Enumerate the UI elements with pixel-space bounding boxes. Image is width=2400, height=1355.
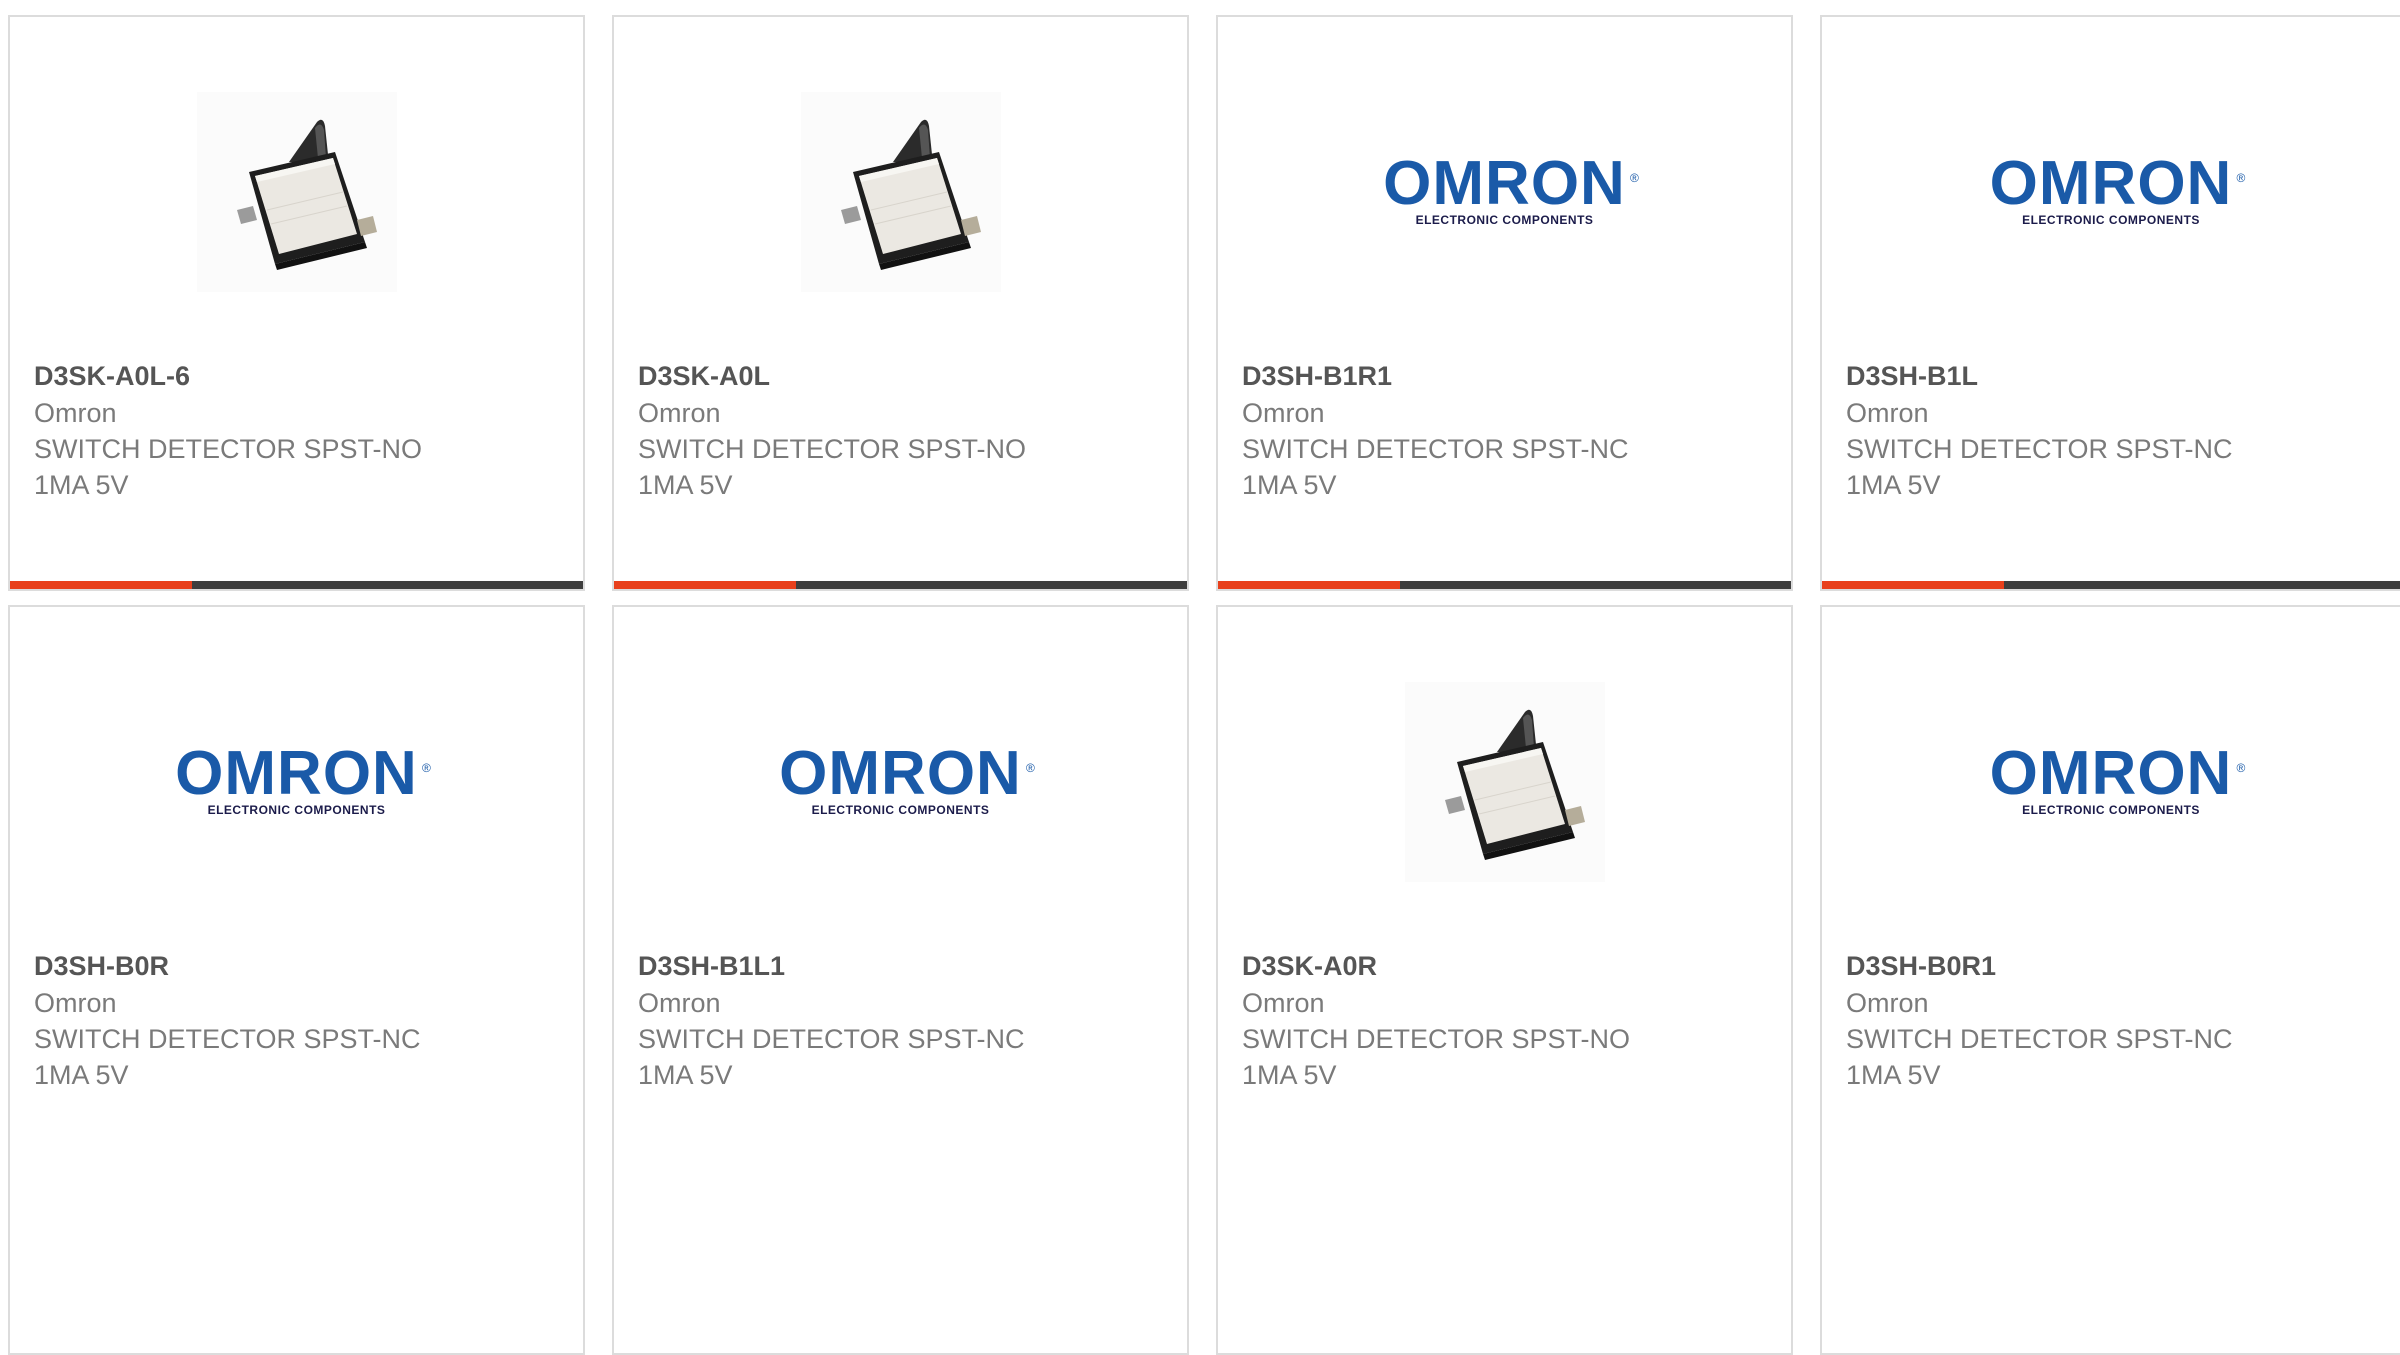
product-meta: D3SH-B1L Omron SWITCH DETECTOR SPST-NC 1…	[1846, 357, 2376, 503]
description-line-2: 1MA 5V	[1242, 1060, 1337, 1090]
part-number[interactable]: D3SK-A0R	[1242, 947, 1767, 985]
product-image[interactable]	[1218, 682, 1791, 882]
logo-word: OMRON ®	[1383, 149, 1640, 218]
part-number[interactable]: D3SH-B0R	[34, 947, 559, 985]
logo-reg-mark: ®	[1629, 171, 1640, 185]
product-card[interactable]: D3SK-A0R Omron SWITCH DETECTOR SPST-NO 1…	[1216, 605, 1793, 1355]
description-line-2: 1MA 5V	[1846, 1060, 1941, 1090]
part-number[interactable]: D3SH-B1L	[1846, 357, 2376, 395]
product-meta: D3SK-A0L-6 Omron SWITCH DETECTOR SPST-NO…	[34, 357, 559, 503]
logo-word: OMRON ®	[1989, 739, 2247, 808]
description-line-1: SWITCH DETECTOR SPST-NO	[638, 434, 1027, 464]
card-accent-bar	[10, 581, 192, 589]
description-line-2: 1MA 5V	[1846, 470, 1941, 500]
card-accent-bar	[1822, 581, 2004, 589]
description-line-2: 1MA 5V	[1242, 470, 1337, 500]
manufacturer: Omron	[34, 398, 117, 428]
description-line-1: SWITCH DETECTOR SPST-NO	[34, 434, 423, 464]
product-card[interactable]: OMRON ® ELECTRONIC COMPONENTS D3SH-B1L1 Om…	[612, 605, 1189, 1355]
card-accent-bar	[614, 581, 796, 589]
switch-photo-icon	[1404, 682, 1605, 882]
manufacturer: Omron	[34, 988, 117, 1018]
description-line-1: SWITCH DETECTOR SPST-NC	[1846, 434, 2233, 464]
card-footer-bar	[614, 581, 1187, 589]
description-line-1: SWITCH DETECTOR SPST-NC	[34, 1024, 421, 1054]
manufacturer: Omron	[638, 398, 721, 428]
manufacturer: Omron	[1846, 398, 1929, 428]
manufacturer: Omron	[1242, 398, 1325, 428]
manufacturer: Omron	[1242, 988, 1325, 1018]
product-image[interactable]	[10, 92, 583, 292]
switch-photo-icon	[800, 92, 1001, 292]
card-footer-bar	[1822, 581, 2400, 589]
product-image[interactable]: OMRON ® ELECTRONIC COMPONENTS	[1822, 682, 2400, 882]
omron-logo-icon: OMRON ® ELECTRONIC COMPONENTS	[779, 739, 1036, 818]
product-image[interactable]: OMRON ® ELECTRONIC COMPONENTS	[1218, 92, 1791, 292]
product-image[interactable]: OMRON ® ELECTRONIC COMPONENTS	[10, 682, 583, 882]
description-line-2: 1MA 5V	[34, 1060, 129, 1090]
product-card[interactable]: OMRON ® ELECTRONIC COMPONENTS D3SH-B0R Omr…	[8, 605, 585, 1355]
product-card[interactable]: OMRON ® ELECTRONIC COMPONENTS D3SH-B1L Omr…	[1820, 15, 2400, 591]
logo-word: OMRON ®	[779, 739, 1036, 808]
part-number[interactable]: D3SH-B1L1	[638, 947, 1163, 985]
card-footer-bar	[1218, 581, 1791, 589]
description-line-2: 1MA 5V	[638, 1060, 733, 1090]
product-card[interactable]: OMRON ® ELECTRONIC COMPONENTS D3SH-B1R1 Om…	[1216, 15, 1793, 591]
product-grid: D3SK-A0L-6 Omron SWITCH DETECTOR SPST-NO…	[0, 0, 2400, 1355]
product-card[interactable]: OMRON ® ELECTRONIC COMPONENTS D3SH-B0R1 Om…	[1820, 605, 2400, 1355]
manufacturer: Omron	[638, 988, 721, 1018]
switch-photo-icon	[196, 92, 397, 292]
logo-word: OMRON ®	[1989, 149, 2247, 218]
description-line-1: SWITCH DETECTOR SPST-NO	[1242, 1024, 1631, 1054]
omron-logo-icon: OMRON ® ELECTRONIC COMPONENTS	[175, 739, 432, 818]
description-line-2: 1MA 5V	[638, 470, 733, 500]
description-line-1: SWITCH DETECTOR SPST-NC	[1846, 1024, 2233, 1054]
part-number[interactable]: D3SH-B0R1	[1846, 947, 2376, 985]
product-meta: D3SH-B1R1 Omron SWITCH DETECTOR SPST-NC …	[1242, 357, 1767, 503]
product-meta: D3SK-A0L Omron SWITCH DETECTOR SPST-NO 1…	[638, 357, 1163, 503]
logo-reg-mark: ®	[421, 761, 432, 775]
product-card[interactable]: D3SK-A0L-6 Omron SWITCH DETECTOR SPST-NO…	[8, 15, 585, 591]
product-meta: D3SH-B0R1 Omron SWITCH DETECTOR SPST-NC …	[1846, 947, 2376, 1093]
manufacturer: Omron	[1846, 988, 1929, 1018]
logo-reg-mark: ®	[2236, 761, 2247, 775]
logo-word: OMRON ®	[175, 739, 432, 808]
product-meta: D3SH-B1L1 Omron SWITCH DETECTOR SPST-NC …	[638, 947, 1163, 1093]
card-accent-bar	[1218, 581, 1400, 589]
card-footer-bar	[10, 581, 583, 589]
description-line-2: 1MA 5V	[34, 470, 129, 500]
part-number[interactable]: D3SK-A0L-6	[34, 357, 559, 395]
description-line-1: SWITCH DETECTOR SPST-NC	[1242, 434, 1629, 464]
omron-logo-icon: OMRON ® ELECTRONIC COMPONENTS	[1383, 149, 1640, 228]
logo-reg-mark: ®	[1025, 761, 1036, 775]
omron-logo-icon: OMRON ® ELECTRONIC COMPONENTS	[1989, 149, 2247, 228]
logo-reg-mark: ®	[2236, 171, 2247, 185]
part-number[interactable]: D3SK-A0L	[638, 357, 1163, 395]
product-meta: D3SK-A0R Omron SWITCH DETECTOR SPST-NO 1…	[1242, 947, 1767, 1093]
description-line-1: SWITCH DETECTOR SPST-NC	[638, 1024, 1025, 1054]
omron-logo-icon: OMRON ® ELECTRONIC COMPONENTS	[1989, 739, 2247, 818]
part-number[interactable]: D3SH-B1R1	[1242, 357, 1767, 395]
product-image[interactable]	[614, 92, 1187, 292]
product-card[interactable]: D3SK-A0L Omron SWITCH DETECTOR SPST-NO 1…	[612, 15, 1189, 591]
product-meta: D3SH-B0R Omron SWITCH DETECTOR SPST-NC 1…	[34, 947, 559, 1093]
product-image[interactable]: OMRON ® ELECTRONIC COMPONENTS	[1822, 92, 2400, 292]
product-image[interactable]: OMRON ® ELECTRONIC COMPONENTS	[614, 682, 1187, 882]
